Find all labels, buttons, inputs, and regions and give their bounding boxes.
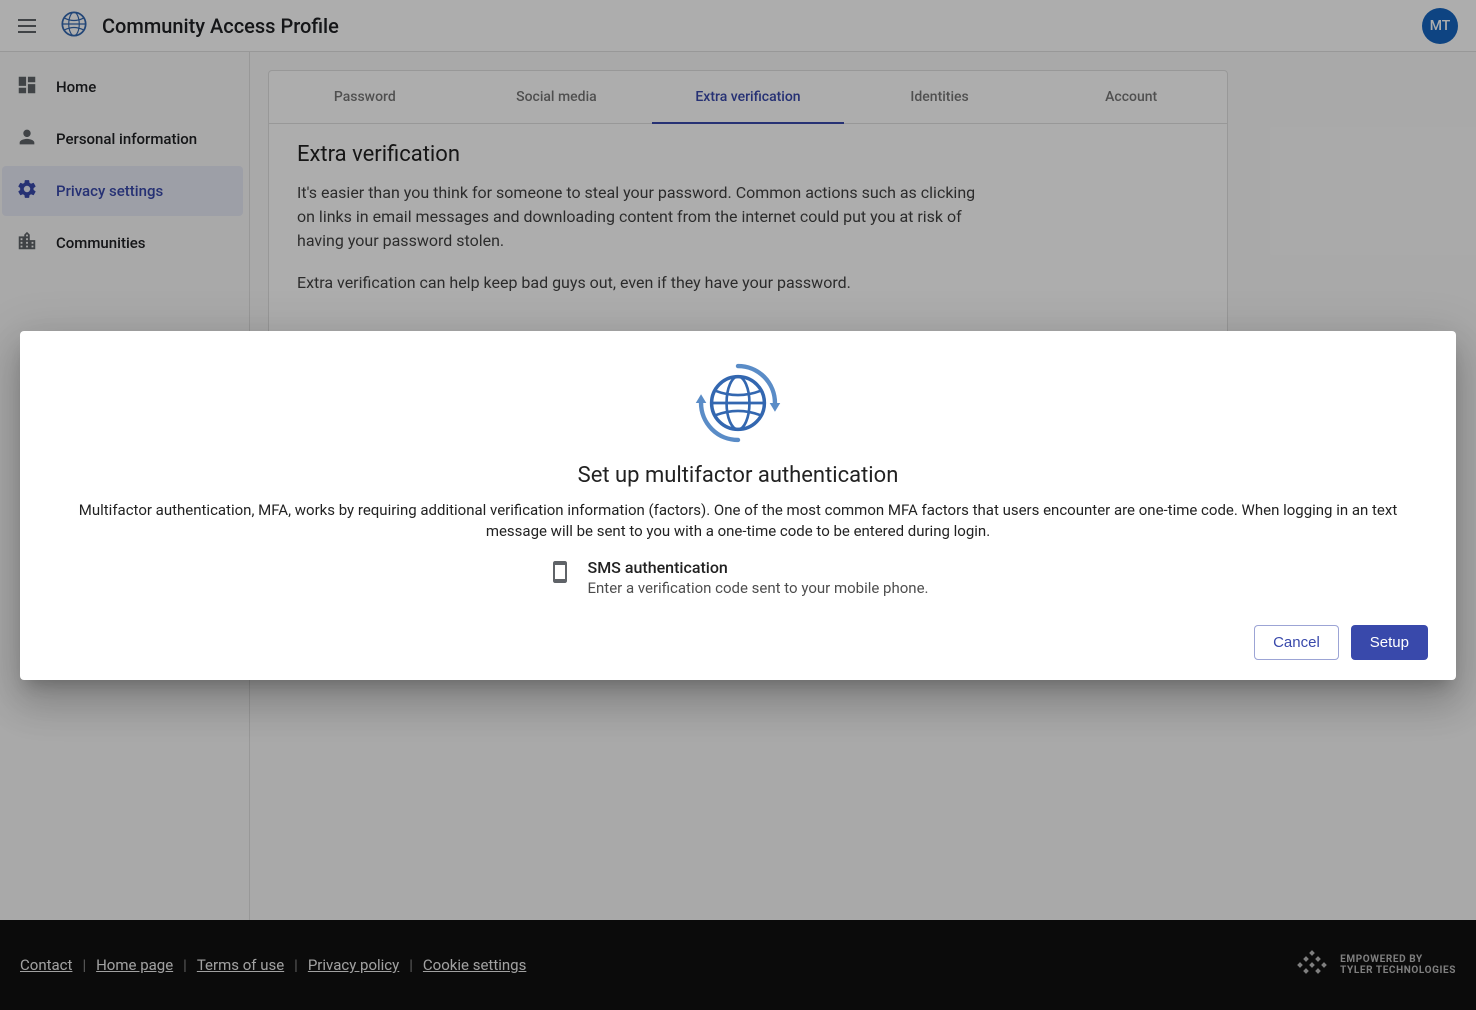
dialog-scrim[interactable]: Set up multifactor authentication Multif… [0,0,1476,1010]
mfa-setup-dialog: Set up multifactor authentication Multif… [20,331,1456,680]
dialog-logo-icon [48,359,1428,451]
cancel-button[interactable]: Cancel [1254,625,1339,660]
factor-row-sms: SMS authentication Enter a verification … [48,558,1428,597]
dialog-actions: Cancel Setup [48,625,1428,660]
smartphone-icon [548,558,572,588]
app-root: Community Access Profile MT Home Persona… [0,0,1476,1010]
setup-button[interactable]: Setup [1351,625,1428,660]
factor-title: SMS authentication [588,558,929,577]
dialog-title: Set up multifactor authentication [48,463,1428,488]
dialog-description: Multifactor authentication, MFA, works b… [48,500,1428,542]
factor-description: Enter a verification code sent to your m… [588,579,929,597]
